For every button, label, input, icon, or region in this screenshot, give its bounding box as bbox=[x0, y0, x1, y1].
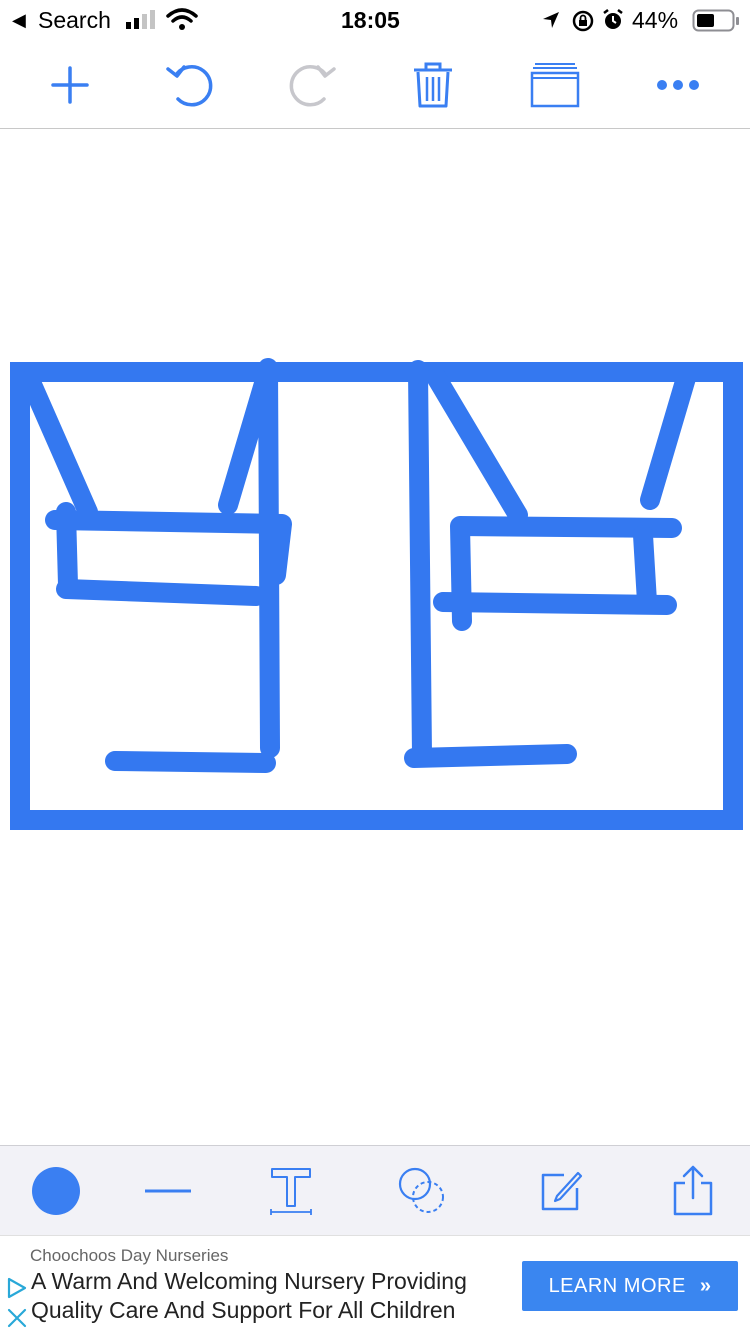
ad-close-icon[interactable] bbox=[5, 1306, 29, 1330]
shapes-icon bbox=[398, 1167, 444, 1213]
text-tool-icon bbox=[270, 1168, 312, 1215]
learn-more-button[interactable]: LEARN MORE » bbox=[522, 1261, 738, 1311]
wifi-icon bbox=[166, 8, 198, 30]
stroke-right-box-bottom bbox=[433, 592, 677, 615]
line-width-button[interactable] bbox=[133, 1156, 203, 1226]
cellular-signal-icon bbox=[126, 10, 155, 29]
ad-banner[interactable]: Choochoos Day Nurseries A Warm And Welco… bbox=[0, 1235, 750, 1335]
pages-button[interactable] bbox=[520, 50, 590, 120]
drawing-strokes bbox=[10, 358, 743, 830]
stroke-left-box-bottom bbox=[56, 579, 266, 606]
stroke-left-box-top bbox=[45, 510, 292, 585]
more-icon bbox=[657, 80, 699, 90]
undo-button[interactable] bbox=[155, 50, 225, 120]
ad-headline-line1: A Warm And Welcoming Nursery Providing bbox=[31, 1268, 467, 1294]
shapes-tool-button[interactable] bbox=[387, 1156, 457, 1226]
plus-icon bbox=[51, 66, 89, 104]
battery-icon bbox=[692, 9, 739, 32]
share-button[interactable] bbox=[658, 1156, 728, 1226]
back-to-search-link[interactable]: Search bbox=[38, 7, 111, 34]
stroke-center-right-vertical bbox=[408, 360, 432, 765]
clock: 18:05 bbox=[341, 7, 400, 33]
text-tool-button[interactable] bbox=[256, 1156, 326, 1226]
pages-icon bbox=[530, 63, 580, 108]
battery-percentage: 44% bbox=[632, 7, 679, 33]
stroke-left-base bbox=[105, 751, 276, 773]
rotation-lock-icon bbox=[572, 10, 594, 32]
back-arrow-icon[interactable]: ◀ bbox=[12, 10, 26, 31]
delete-button[interactable] bbox=[398, 50, 468, 120]
alarm-icon bbox=[603, 9, 623, 29]
ad-choices-icon[interactable] bbox=[5, 1276, 29, 1300]
edit-icon bbox=[541, 1171, 583, 1211]
bottom-toolbar bbox=[0, 1145, 750, 1236]
ad-sponsor: Choochoos Day Nurseries bbox=[30, 1246, 229, 1265]
edit-button[interactable] bbox=[526, 1156, 596, 1226]
stroke-right-box-side bbox=[633, 525, 657, 612]
top-toolbar bbox=[0, 40, 750, 129]
stroke-right-inner-diagonal bbox=[640, 368, 696, 510]
redo-icon bbox=[289, 65, 336, 107]
ad-headline-line2: Quality Care And Support For All Childre… bbox=[31, 1297, 456, 1323]
color-picker-button[interactable] bbox=[21, 1156, 91, 1226]
line-width-icon bbox=[145, 1189, 191, 1193]
add-button[interactable] bbox=[35, 50, 105, 120]
redo-button[interactable] bbox=[277, 50, 347, 120]
color-dot-icon bbox=[32, 1167, 80, 1215]
stroke-right-base bbox=[404, 744, 577, 768]
more-button[interactable] bbox=[643, 50, 713, 120]
drawing-canvas[interactable] bbox=[0, 129, 750, 1145]
double-chevron-icon: » bbox=[699, 1274, 712, 1297]
stroke-right-diagonal bbox=[426, 367, 528, 525]
stroke-left-diagonal bbox=[20, 370, 98, 522]
undo-icon bbox=[166, 65, 213, 107]
trash-icon bbox=[414, 62, 452, 108]
location-arrow-icon bbox=[543, 12, 559, 28]
learn-more-label: LEARN MORE bbox=[548, 1274, 686, 1297]
status-bar: ◀ Search 18:05 44% bbox=[0, 0, 750, 40]
stroke-left-box-side bbox=[56, 502, 78, 595]
share-icon bbox=[673, 1165, 713, 1216]
